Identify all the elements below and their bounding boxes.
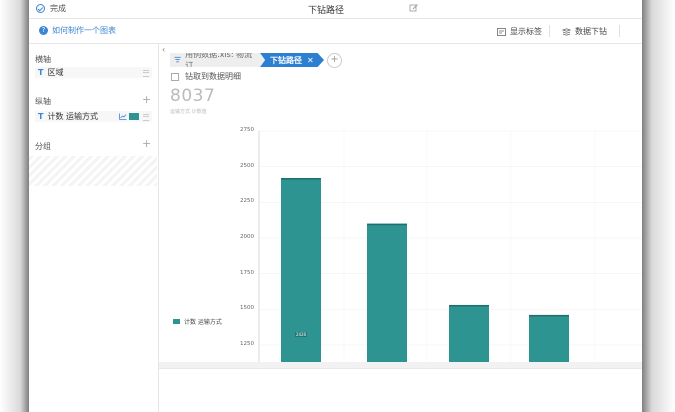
drill-data-label: 数据下钻 xyxy=(575,27,607,36)
x-axis-field[interactable]: T 区域 xyxy=(35,67,152,78)
show-labels-label: 显示标签 xyxy=(510,27,542,36)
label-icon xyxy=(497,27,506,36)
drill-checkbox[interactable] xyxy=(171,72,179,81)
bar-data-label: 2420 xyxy=(295,332,308,337)
chart-bar-top-edge xyxy=(281,178,321,180)
toolbar-divider xyxy=(619,25,620,37)
top-bar: 完成 下钻路径 xyxy=(29,0,642,19)
layers-icon xyxy=(562,27,571,36)
help-label: 如何制作一个图表 xyxy=(52,26,116,35)
check-circle-icon xyxy=(36,4,45,13)
done-button[interactable]: 完成 xyxy=(36,3,66,14)
y-axis-field-label: 计数 运输方式 xyxy=(47,112,99,121)
text-type-icon: T xyxy=(38,68,44,77)
chart-bottom-bar xyxy=(159,362,642,369)
window-shadow-right xyxy=(642,0,675,412)
chart-legend[interactable]: 计数 运输方式 xyxy=(173,317,222,326)
chart-bar-top-edge xyxy=(529,314,569,317)
legend-label: 计数 运输方式 xyxy=(184,319,222,326)
collapse-sidebar-icon[interactable]: ‹ xyxy=(162,45,165,54)
chart-toolbar: 显示标签 数据下钻 xyxy=(158,19,642,44)
chart-editor-window: 完成 下钻路径 ? 如何制作一个图表 显示标签 数据下钻 横轴 T 区域 纵轴 … xyxy=(29,0,642,412)
breadcrumb-source-label: 用例数据.xls: 物流订... xyxy=(185,50,253,70)
breadcrumb-item-source[interactable]: 用例数据.xls: 物流订... xyxy=(170,53,265,67)
help-link[interactable]: ? 如何制作一个图表 xyxy=(39,25,116,36)
summary-label: 运输方式 计数值 xyxy=(170,109,207,115)
x-axis-title: 横轴 xyxy=(35,55,51,64)
chart-panel: ‹ 用例数据.xls: 物流订... 下钻路径 ✕ + 钻取到数据明细 8037… xyxy=(159,44,642,412)
series-color-swatch[interactable] xyxy=(129,113,139,120)
done-label: 完成 xyxy=(50,4,66,13)
chart-bar[interactable] xyxy=(449,304,489,362)
breadcrumb: 用例数据.xls: 物流订... 下钻路径 ✕ + xyxy=(170,52,342,68)
add-breadcrumb-button[interactable]: + xyxy=(327,52,342,68)
group-drop-zone[interactable] xyxy=(29,156,157,186)
chart-bar[interactable] xyxy=(529,314,569,362)
chart-bar[interactable] xyxy=(367,223,407,362)
window-shadow-left xyxy=(0,0,29,412)
sidebar: 横轴 T 区域 纵轴 + T 计数 运输方式 分组 + xyxy=(29,44,159,412)
breadcrumb-item-drill-path[interactable]: 下钻路径 ✕ xyxy=(260,53,324,67)
drag-handle-icon[interactable] xyxy=(143,114,149,121)
x-axis-field-label: 区域 xyxy=(47,68,64,77)
chart-bar-top-edge xyxy=(367,223,407,226)
drill-label: 钻取到数据明细 xyxy=(185,72,241,81)
text-type-icon: T xyxy=(38,112,44,121)
close-icon[interactable]: ✕ xyxy=(307,56,314,65)
chart-type-icon[interactable] xyxy=(119,113,127,120)
drill-to-detail-option[interactable]: 钻取到数据明细 xyxy=(171,71,241,82)
edit-icon[interactable] xyxy=(409,3,419,13)
bar-chart: 1250 1500 1750 2000 2250 2500 2750 2420 计数 运输方… xyxy=(159,118,642,362)
y-axis-title: 纵轴 xyxy=(35,97,51,106)
breadcrumb-drill-label: 下钻路径 xyxy=(270,55,302,65)
help-row: ? 如何制作一个图表 xyxy=(29,19,158,44)
legend-swatch xyxy=(173,319,180,324)
question-icon: ? xyxy=(39,26,48,35)
drag-handle-icon[interactable] xyxy=(143,70,149,77)
group-title: 分组 xyxy=(35,142,51,151)
add-group-field-button[interactable]: + xyxy=(142,137,151,150)
add-y-field-button[interactable]: + xyxy=(142,93,151,106)
page-title: 下钻路径 xyxy=(308,6,345,16)
chart-bar-top-edge xyxy=(449,304,489,307)
drill-data-button[interactable]: 数据下钻 xyxy=(562,26,607,37)
y-axis-field[interactable]: T 计数 运输方式 xyxy=(35,111,152,122)
show-labels-button[interactable]: 显示标签 xyxy=(497,26,542,37)
toolbar-divider xyxy=(549,25,550,37)
summary-value: 8037 xyxy=(170,86,216,106)
funnel-icon xyxy=(174,56,181,63)
chart-plot xyxy=(258,130,642,362)
